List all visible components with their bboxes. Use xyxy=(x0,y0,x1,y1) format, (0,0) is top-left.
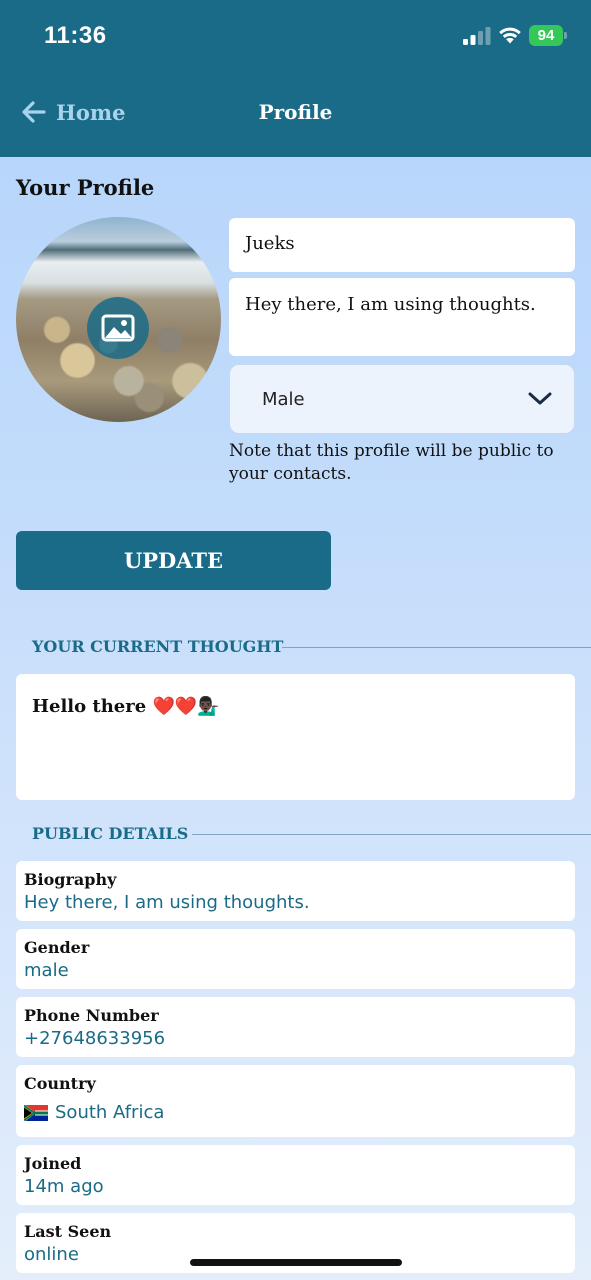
detail-phone-number: Phone Number +27648633956 xyxy=(16,997,575,1057)
public-note: Note that this profile will be public to… xyxy=(229,441,554,484)
bio-field[interactable]: Hey there, I am using thoughts. xyxy=(229,278,575,356)
detail-value: +27648633956 xyxy=(24,1028,166,1049)
detail-label: Gender xyxy=(24,938,90,957)
battery-level: 94 xyxy=(529,25,563,46)
current-thought-label: YOUR CURRENT THOUGHT xyxy=(32,637,284,656)
update-button[interactable]: UPDATE xyxy=(16,531,331,590)
change-photo-button[interactable] xyxy=(87,297,149,359)
public-details-divider xyxy=(192,834,591,835)
signal-icon xyxy=(463,27,491,45)
battery-tip xyxy=(564,32,567,39)
south-africa-flag-icon xyxy=(24,1105,48,1121)
current-thought-divider xyxy=(282,647,591,648)
detail-value: 14m ago xyxy=(24,1176,104,1197)
name-field[interactable]: Jueks xyxy=(229,218,575,272)
detail-joined: Joined 14m ago xyxy=(16,1145,575,1205)
gender-selected-value: Male xyxy=(262,389,305,410)
detail-value-row: South Africa xyxy=(24,1100,567,1126)
detail-value: South Africa xyxy=(55,1102,165,1123)
gender-select[interactable]: Male xyxy=(229,364,575,434)
your-profile-title: Your Profile xyxy=(16,175,155,200)
app-header: 11:36 94 Home Profile xyxy=(0,0,591,157)
detail-label: Biography xyxy=(24,870,117,889)
detail-value: Hey there, I am using thoughts. xyxy=(24,892,310,913)
detail-biography: Biography Hey there, I am using thoughts… xyxy=(16,861,575,921)
detail-country: Country South Africa xyxy=(16,1065,575,1137)
detail-value: male xyxy=(24,960,69,981)
detail-label: Phone Number xyxy=(24,1006,159,1025)
status-time: 11:36 xyxy=(44,22,107,49)
public-details-label: PUBLIC DETAILS xyxy=(32,824,189,843)
detail-label: Country xyxy=(24,1074,96,1093)
wifi-icon xyxy=(499,27,521,44)
current-thought-text: Hello there ❤️❤️💁🏿‍♂️ xyxy=(32,696,220,717)
page-title: Profile xyxy=(258,100,333,124)
detail-gender: Gender male xyxy=(16,929,575,989)
detail-label: Joined xyxy=(24,1154,82,1173)
home-indicator[interactable] xyxy=(190,1259,402,1266)
battery-icon: 94 xyxy=(529,25,567,46)
image-icon xyxy=(101,314,135,342)
chevron-down-icon xyxy=(528,392,552,405)
detail-label: Last Seen xyxy=(24,1222,112,1241)
current-thought-card[interactable]: Hello there ❤️❤️💁🏿‍♂️ xyxy=(16,674,575,800)
